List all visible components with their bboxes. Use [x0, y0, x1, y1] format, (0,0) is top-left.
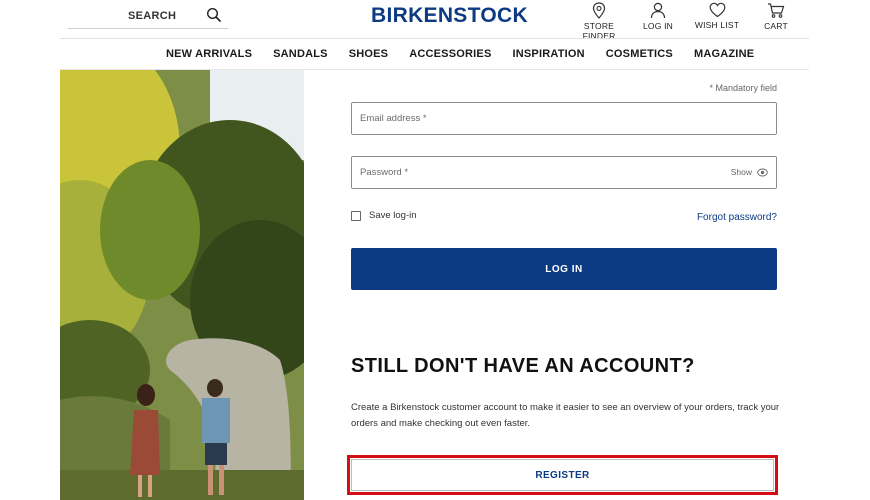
save-login-checkbox[interactable] [351, 210, 361, 221]
login-link-label: LOG IN [642, 21, 673, 31]
nav-accessories[interactable]: ACCESSORIES [409, 48, 491, 60]
email-field[interactable] [351, 102, 777, 135]
search-label: SEARCH [128, 10, 177, 22]
hero-photo [60, 70, 304, 500]
save-login-label: Save log-in [369, 210, 417, 221]
cart-icon [768, 3, 785, 18]
nav-sandals[interactable]: SANDALS [273, 48, 328, 60]
register-button[interactable]: REGISTER [351, 459, 774, 491]
password-input[interactable] [360, 157, 720, 188]
eye-icon [757, 168, 768, 176]
nav-shoes[interactable]: SHOES [349, 48, 389, 60]
cart-link[interactable]: CART [760, 2, 792, 31]
nav-cosmetics[interactable]: COSMETICS [606, 48, 673, 60]
save-login-row[interactable]: Save log-in [351, 210, 417, 221]
nav-inspiration[interactable]: INSPIRATION [513, 48, 585, 60]
nav-magazine[interactable]: MAGAZINE [694, 48, 754, 60]
password-field[interactable]: Show [351, 156, 777, 189]
cart-label: CART [764, 21, 788, 31]
search-icon[interactable] [206, 7, 222, 23]
register-heading: STILL DON'T HAVE AN ACCOUNT? [351, 355, 695, 377]
show-password-toggle[interactable]: Show [731, 167, 768, 177]
nav-new-arrivals[interactable]: NEW ARRIVALS [166, 48, 252, 60]
show-label: Show [730, 167, 752, 177]
heart-icon [709, 2, 725, 18]
email-input[interactable] [360, 103, 720, 134]
birkenstock-logo[interactable]: BIRKENSTOCK [371, 4, 528, 28]
user-icon [650, 2, 666, 19]
header-divider [60, 38, 809, 39]
mandatory-note: * Mandatory field [709, 83, 777, 93]
main-nav: NEW ARRIVALS SANDALS SHOES ACCESSORIES I… [166, 48, 775, 60]
location-pin-icon [592, 2, 606, 19]
login-button[interactable]: LOG IN [351, 248, 777, 290]
wish-list-link[interactable]: WISH LIST [693, 2, 741, 30]
forgot-password-link[interactable]: Forgot password? [680, 212, 777, 223]
store-finder-link[interactable]: STORE FINDER [568, 2, 630, 41]
search-box[interactable]: SEARCH [68, 3, 228, 29]
register-description: Create a Birkenstock customer account to… [351, 402, 780, 429]
login-link[interactable]: LOG IN [640, 2, 676, 31]
wish-list-label: WISH LIST [694, 20, 740, 30]
